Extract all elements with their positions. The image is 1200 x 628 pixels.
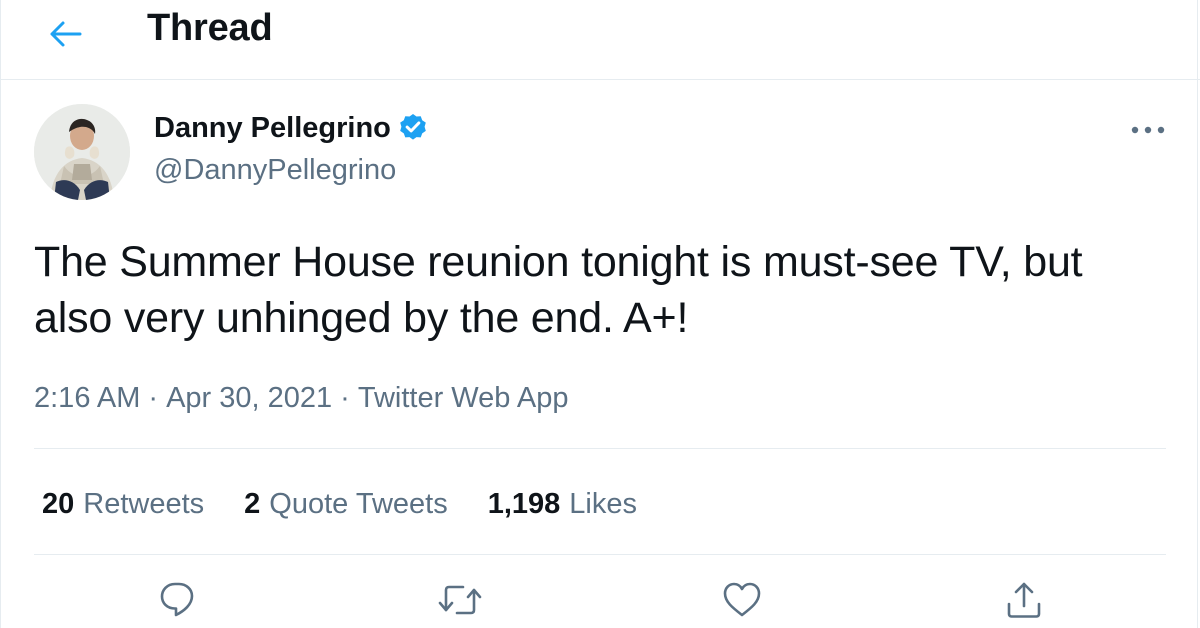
meta-separator: · xyxy=(340,382,350,414)
like-icon xyxy=(723,582,761,617)
share-button[interactable] xyxy=(1000,580,1048,628)
retweets-count: 20 xyxy=(42,488,75,520)
meta-separator: · xyxy=(148,382,159,414)
tweet-stats: 20 Retweets 2 Quote Tweets 1,198 Likes xyxy=(42,484,677,524)
share-icon xyxy=(1007,582,1041,618)
reply-button[interactable] xyxy=(154,580,202,628)
quote-tweets-stat[interactable]: 2 Quote Tweets xyxy=(244,484,448,524)
retweet-icon xyxy=(438,585,482,615)
page-title: Thread xyxy=(147,7,273,49)
quote-tweets-count: 2 xyxy=(244,488,261,520)
tweet-time[interactable]: 2:16 AM xyxy=(34,378,140,418)
retweets-label: Retweets xyxy=(83,488,205,520)
tweet-date[interactable]: Apr 30, 2021 xyxy=(166,378,332,418)
arrow-left-icon xyxy=(50,21,82,47)
divider xyxy=(34,448,1166,449)
tweet-text: The Summer House reunion tonight is must… xyxy=(34,238,1083,342)
likes-label: Likes xyxy=(569,488,637,520)
back-button[interactable] xyxy=(40,8,92,60)
likes-count: 1,198 xyxy=(487,488,561,520)
more-options-button[interactable] xyxy=(1126,112,1170,148)
reply-icon xyxy=(160,582,194,617)
author-display-name[interactable]: Danny Pellegrino xyxy=(154,110,391,146)
avatar-photo xyxy=(34,104,130,200)
thread-header: Thread xyxy=(0,0,1200,80)
avatar[interactable] xyxy=(34,104,130,200)
like-button[interactable] xyxy=(718,580,766,628)
retweets-stat[interactable]: 20 Retweets xyxy=(42,484,204,524)
verified-badge-icon xyxy=(400,114,426,140)
tweet-metadata: 2:16 AM · Apr 30, 2021 · Twitter Web App xyxy=(34,378,568,418)
divider xyxy=(34,554,1166,555)
more-dots-icon xyxy=(1131,126,1165,134)
author-name-row[interactable]: Danny Pellegrino xyxy=(154,110,429,146)
quote-tweets-label: Quote Tweets xyxy=(269,488,448,520)
author-handle[interactable]: @DannyPellegrino xyxy=(154,152,396,188)
retweet-button[interactable] xyxy=(436,580,484,628)
likes-stat[interactable]: 1,198 Likes xyxy=(488,484,637,524)
tweet-source[interactable]: Twitter Web App xyxy=(358,378,569,418)
